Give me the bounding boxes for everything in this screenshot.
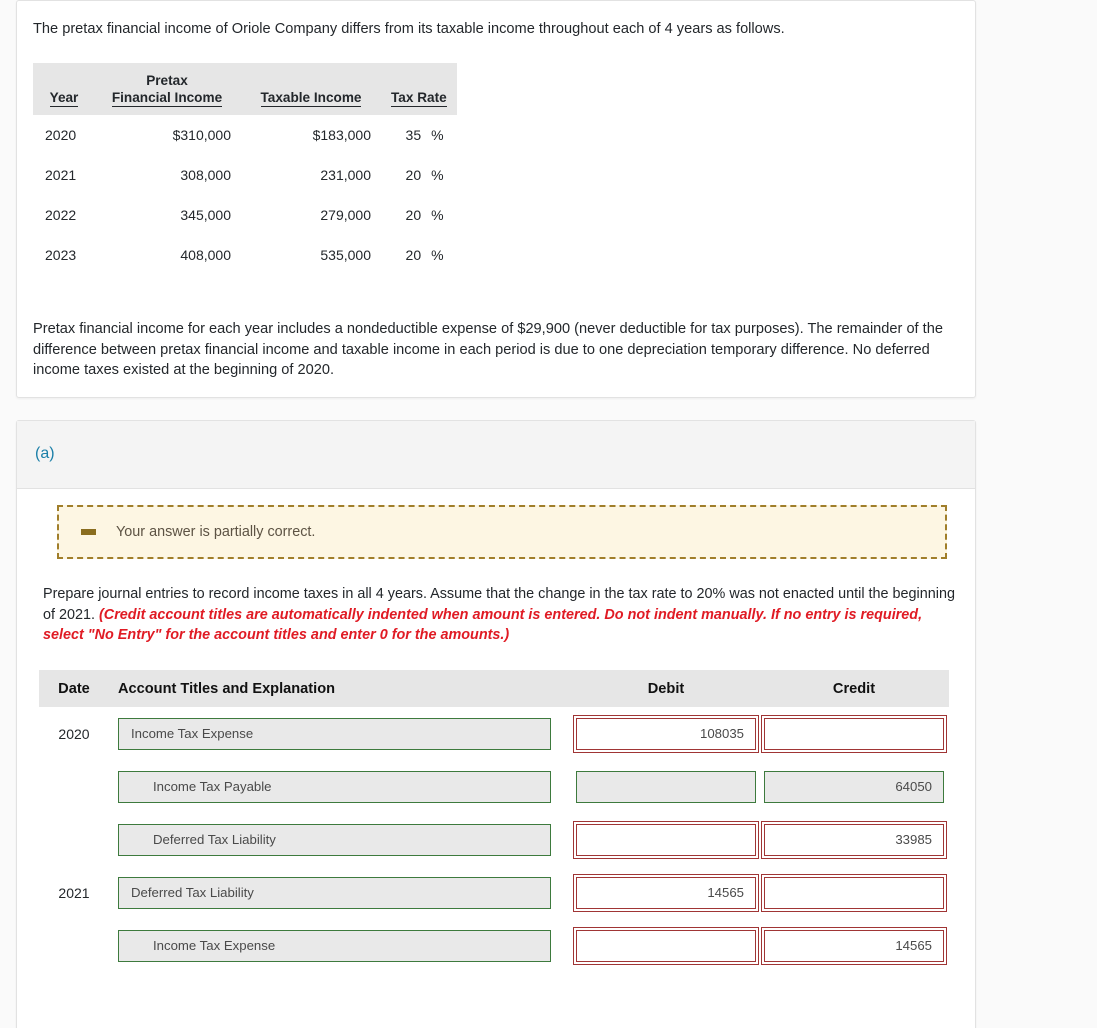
cell-tax-rate: 20 xyxy=(405,247,422,263)
table-row: 2023 408,000 535,000 20 % xyxy=(33,235,457,275)
pretax-income-table-body: 2020 $310,000 $183,000 35 % 2021 308,000… xyxy=(33,115,457,275)
journal-row-credit-cell xyxy=(759,873,949,912)
credit-amount-input[interactable]: 33985 xyxy=(761,820,947,859)
cell-taxable-income: 535,000 xyxy=(320,247,371,263)
journal-header-row: Date Account Titles and Explanation Debi… xyxy=(39,670,949,707)
cell-tax-rate: 35 xyxy=(405,127,422,143)
problem-intro-text: The pretax financial income of Oriole Co… xyxy=(33,21,785,37)
journal-row-account-cell: Income Tax Expense xyxy=(109,929,573,962)
journal-row-account-cell: Income Tax Expense xyxy=(109,717,573,750)
journal-row-debit-cell: 108035 xyxy=(573,714,759,753)
journal-row: 2020 Income Tax Expense 108035 xyxy=(39,707,949,760)
journal-row-credit-cell xyxy=(759,714,949,753)
cell-percent-sign: % xyxy=(431,167,444,183)
col-header-debit: Debit xyxy=(647,680,685,697)
journal-row-credit-cell: 64050 xyxy=(759,770,949,803)
cell-year: 2022 xyxy=(45,207,77,223)
cell-taxable-income: 279,000 xyxy=(320,207,371,223)
journal-row: Income Tax Expense 14565 xyxy=(39,919,949,972)
cell-percent-sign: % xyxy=(431,127,444,143)
cell-taxable-income: 231,000 xyxy=(320,167,371,183)
table-row: 2020 $310,000 $183,000 35 % xyxy=(33,115,457,155)
account-title-select[interactable]: Deferred Tax Liability xyxy=(118,876,551,909)
journal-row: Deferred Tax Liability 33985 xyxy=(39,813,949,866)
cell-pretax-financial-income: 345,000 xyxy=(180,207,231,223)
cell-tax-rate: 20 xyxy=(405,207,422,223)
journal-row-date: 2021 xyxy=(58,884,90,901)
debit-amount-input[interactable] xyxy=(573,820,759,859)
cell-percent-sign: % xyxy=(431,247,444,263)
account-title-select[interactable]: Income Tax Expense xyxy=(118,929,551,962)
journal-row-debit-cell xyxy=(573,926,759,965)
part-a-label: (a) xyxy=(35,445,55,462)
journal-row-credit-cell: 33985 xyxy=(759,820,949,859)
cell-pretax-financial-income: 408,000 xyxy=(180,247,231,263)
journal-row-debit-cell: 14565 xyxy=(573,873,759,912)
page-root: The pretax financial income of Oriole Co… xyxy=(0,0,1097,1028)
col-header-account: Account Titles and Explanation xyxy=(118,680,336,697)
journal-entry-table: Date Account Titles and Explanation Debi… xyxy=(39,670,949,972)
alert-message: Your answer is partially correct. xyxy=(116,524,316,540)
credit-amount-input[interactable] xyxy=(761,873,947,912)
journal-row-credit-cell: 14565 xyxy=(759,926,949,965)
cell-pretax-financial-income: 308,000 xyxy=(180,167,231,183)
credit-amount-input[interactable]: 64050 xyxy=(764,770,944,803)
account-title-select[interactable]: Income Tax Payable xyxy=(118,770,551,803)
journal-row-account-cell: Deferred Tax Liability xyxy=(109,876,573,909)
credit-amount-input[interactable]: 14565 xyxy=(761,926,947,965)
part-a-card: (a) Your answer is partially correct. Pr… xyxy=(16,420,976,1028)
col-header-tax-rate: Tax Rate xyxy=(391,90,447,107)
problem-remainder-text: Pretax financial income for each year in… xyxy=(33,321,943,378)
debit-amount-input[interactable] xyxy=(573,926,759,965)
journal-row-debit-cell xyxy=(573,770,759,803)
cell-tax-rate: 20 xyxy=(405,167,422,183)
cell-taxable-income: $183,000 xyxy=(312,127,371,143)
col-header-taxable-income: Taxable Income xyxy=(260,90,362,107)
table-row: 2021 308,000 231,000 20 % xyxy=(33,155,457,195)
col-header-date: Date xyxy=(58,680,90,697)
instructions-text: Prepare journal entries to record income… xyxy=(43,584,961,646)
cell-year: 2021 xyxy=(45,167,77,183)
journal-row: Income Tax Payable 64050 xyxy=(39,760,949,813)
part-a-header-band xyxy=(17,421,975,489)
account-title-select[interactable]: Income Tax Expense xyxy=(118,717,551,750)
journal-row-account-cell: Income Tax Payable xyxy=(109,770,573,803)
instructions-hint: (Credit account titles are automatically… xyxy=(43,606,923,644)
table-row: 2022 345,000 279,000 20 % xyxy=(33,195,457,235)
journal-row: 2021 Deferred Tax Liability 14565 xyxy=(39,866,949,919)
cell-pretax-financial-income: $310,000 xyxy=(172,127,231,143)
pretax-income-table: Year Pretax Financial Income Taxable Inc… xyxy=(33,63,457,275)
col-header-credit: Credit xyxy=(832,680,876,697)
credit-amount-input[interactable] xyxy=(761,714,947,753)
minus-icon xyxy=(81,529,96,535)
col-header-pretax-financial-income: Pretax Financial Income xyxy=(111,73,223,107)
journal-row-debit-cell xyxy=(573,820,759,859)
cell-year: 2023 xyxy=(45,247,77,263)
debit-amount-input[interactable]: 14565 xyxy=(573,873,759,912)
pretax-income-table-header: Year Pretax Financial Income Taxable Inc… xyxy=(33,63,457,115)
journal-row-date: 2020 xyxy=(58,725,90,742)
debit-amount-input[interactable]: 108035 xyxy=(573,714,759,753)
cell-percent-sign: % xyxy=(431,207,444,223)
journal-row-account-cell: Deferred Tax Liability xyxy=(109,823,573,856)
problem-statement-card: The pretax financial income of Oriole Co… xyxy=(16,0,976,398)
table-header-row: Year Pretax Financial Income Taxable Inc… xyxy=(33,63,457,115)
debit-amount-input[interactable] xyxy=(576,770,756,803)
col-header-year: Year xyxy=(49,90,79,107)
cell-year: 2020 xyxy=(45,127,77,143)
account-title-select[interactable]: Deferred Tax Liability xyxy=(118,823,551,856)
partial-credit-alert: Your answer is partially correct. xyxy=(57,505,947,559)
